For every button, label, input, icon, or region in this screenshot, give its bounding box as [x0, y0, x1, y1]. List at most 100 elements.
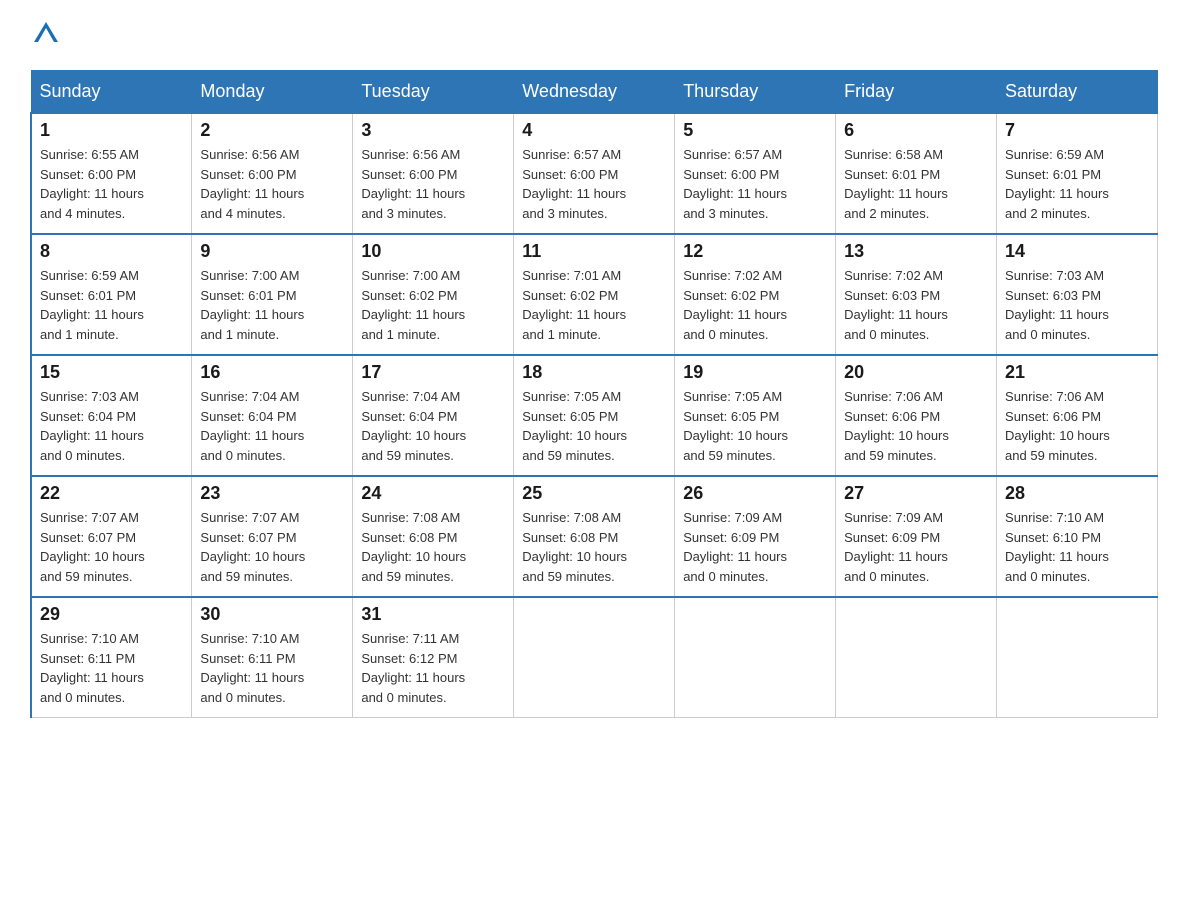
day-info: Sunrise: 7:09 AMSunset: 6:09 PMDaylight:… — [683, 508, 827, 586]
day-info: Sunrise: 7:10 AMSunset: 6:11 PMDaylight:… — [40, 629, 183, 707]
day-number: 7 — [1005, 120, 1149, 141]
day-info: Sunrise: 7:04 AMSunset: 6:04 PMDaylight:… — [200, 387, 344, 465]
day-cell: 17 Sunrise: 7:04 AMSunset: 6:04 PMDaylig… — [353, 355, 514, 476]
day-number: 23 — [200, 483, 344, 504]
day-cell: 19 Sunrise: 7:05 AMSunset: 6:05 PMDaylig… — [675, 355, 836, 476]
day-number: 16 — [200, 362, 344, 383]
day-info: Sunrise: 7:03 AMSunset: 6:04 PMDaylight:… — [40, 387, 183, 465]
header — [30, 20, 1158, 50]
day-number: 18 — [522, 362, 666, 383]
header-row: SundayMondayTuesdayWednesdayThursdayFrid… — [31, 71, 1158, 114]
day-cell — [836, 597, 997, 718]
day-number: 22 — [40, 483, 183, 504]
day-number: 2 — [200, 120, 344, 141]
week-row-1: 1 Sunrise: 6:55 AMSunset: 6:00 PMDayligh… — [31, 113, 1158, 234]
day-cell: 11 Sunrise: 7:01 AMSunset: 6:02 PMDaylig… — [514, 234, 675, 355]
day-number: 4 — [522, 120, 666, 141]
day-cell: 12 Sunrise: 7:02 AMSunset: 6:02 PMDaylig… — [675, 234, 836, 355]
day-number: 10 — [361, 241, 505, 262]
day-number: 29 — [40, 604, 183, 625]
day-number: 8 — [40, 241, 183, 262]
day-cell: 3 Sunrise: 6:56 AMSunset: 6:00 PMDayligh… — [353, 113, 514, 234]
day-cell: 23 Sunrise: 7:07 AMSunset: 6:07 PMDaylig… — [192, 476, 353, 597]
day-cell: 8 Sunrise: 6:59 AMSunset: 6:01 PMDayligh… — [31, 234, 192, 355]
calendar-body: 1 Sunrise: 6:55 AMSunset: 6:00 PMDayligh… — [31, 113, 1158, 718]
day-info: Sunrise: 6:57 AMSunset: 6:00 PMDaylight:… — [522, 145, 666, 223]
week-row-3: 15 Sunrise: 7:03 AMSunset: 6:04 PMDaylig… — [31, 355, 1158, 476]
day-cell: 20 Sunrise: 7:06 AMSunset: 6:06 PMDaylig… — [836, 355, 997, 476]
day-cell: 7 Sunrise: 6:59 AMSunset: 6:01 PMDayligh… — [997, 113, 1158, 234]
day-cell: 1 Sunrise: 6:55 AMSunset: 6:00 PMDayligh… — [31, 113, 192, 234]
day-cell: 5 Sunrise: 6:57 AMSunset: 6:00 PMDayligh… — [675, 113, 836, 234]
day-number: 31 — [361, 604, 505, 625]
day-number: 15 — [40, 362, 183, 383]
day-info: Sunrise: 7:08 AMSunset: 6:08 PMDaylight:… — [522, 508, 666, 586]
day-info: Sunrise: 7:07 AMSunset: 6:07 PMDaylight:… — [40, 508, 183, 586]
day-info: Sunrise: 7:01 AMSunset: 6:02 PMDaylight:… — [522, 266, 666, 344]
day-info: Sunrise: 7:10 AMSunset: 6:11 PMDaylight:… — [200, 629, 344, 707]
day-cell: 15 Sunrise: 7:03 AMSunset: 6:04 PMDaylig… — [31, 355, 192, 476]
day-number: 21 — [1005, 362, 1149, 383]
day-info: Sunrise: 7:06 AMSunset: 6:06 PMDaylight:… — [1005, 387, 1149, 465]
day-info: Sunrise: 7:07 AMSunset: 6:07 PMDaylight:… — [200, 508, 344, 586]
day-info: Sunrise: 6:59 AMSunset: 6:01 PMDaylight:… — [40, 266, 183, 344]
day-cell: 28 Sunrise: 7:10 AMSunset: 6:10 PMDaylig… — [997, 476, 1158, 597]
day-number: 14 — [1005, 241, 1149, 262]
day-number: 1 — [40, 120, 183, 141]
calendar-header: SundayMondayTuesdayWednesdayThursdayFrid… — [31, 71, 1158, 114]
day-number: 17 — [361, 362, 505, 383]
day-cell: 25 Sunrise: 7:08 AMSunset: 6:08 PMDaylig… — [514, 476, 675, 597]
day-number: 28 — [1005, 483, 1149, 504]
day-info: Sunrise: 7:05 AMSunset: 6:05 PMDaylight:… — [522, 387, 666, 465]
day-cell: 31 Sunrise: 7:11 AMSunset: 6:12 PMDaylig… — [353, 597, 514, 718]
day-cell — [514, 597, 675, 718]
day-cell: 22 Sunrise: 7:07 AMSunset: 6:07 PMDaylig… — [31, 476, 192, 597]
day-info: Sunrise: 6:56 AMSunset: 6:00 PMDaylight:… — [200, 145, 344, 223]
day-info: Sunrise: 7:11 AMSunset: 6:12 PMDaylight:… — [361, 629, 505, 707]
logo-icon — [32, 20, 60, 48]
day-cell: 30 Sunrise: 7:10 AMSunset: 6:11 PMDaylig… — [192, 597, 353, 718]
header-cell-saturday: Saturday — [997, 71, 1158, 114]
day-info: Sunrise: 6:56 AMSunset: 6:00 PMDaylight:… — [361, 145, 505, 223]
day-cell: 24 Sunrise: 7:08 AMSunset: 6:08 PMDaylig… — [353, 476, 514, 597]
day-number: 30 — [200, 604, 344, 625]
logo-text — [30, 20, 60, 55]
day-info: Sunrise: 7:05 AMSunset: 6:05 PMDaylight:… — [683, 387, 827, 465]
header-cell-thursday: Thursday — [675, 71, 836, 114]
day-info: Sunrise: 6:59 AMSunset: 6:01 PMDaylight:… — [1005, 145, 1149, 223]
day-number: 26 — [683, 483, 827, 504]
day-cell — [675, 597, 836, 718]
header-cell-tuesday: Tuesday — [353, 71, 514, 114]
day-cell: 27 Sunrise: 7:09 AMSunset: 6:09 PMDaylig… — [836, 476, 997, 597]
week-row-4: 22 Sunrise: 7:07 AMSunset: 6:07 PMDaylig… — [31, 476, 1158, 597]
day-info: Sunrise: 6:57 AMSunset: 6:00 PMDaylight:… — [683, 145, 827, 223]
day-info: Sunrise: 7:02 AMSunset: 6:03 PMDaylight:… — [844, 266, 988, 344]
calendar-table: SundayMondayTuesdayWednesdayThursdayFrid… — [30, 70, 1158, 718]
day-number: 12 — [683, 241, 827, 262]
day-info: Sunrise: 6:58 AMSunset: 6:01 PMDaylight:… — [844, 145, 988, 223]
day-cell: 2 Sunrise: 6:56 AMSunset: 6:00 PMDayligh… — [192, 113, 353, 234]
day-cell — [997, 597, 1158, 718]
header-cell-sunday: Sunday — [31, 71, 192, 114]
day-cell: 26 Sunrise: 7:09 AMSunset: 6:09 PMDaylig… — [675, 476, 836, 597]
day-number: 9 — [200, 241, 344, 262]
week-row-5: 29 Sunrise: 7:10 AMSunset: 6:11 PMDaylig… — [31, 597, 1158, 718]
day-info: Sunrise: 7:03 AMSunset: 6:03 PMDaylight:… — [1005, 266, 1149, 344]
header-cell-friday: Friday — [836, 71, 997, 114]
day-cell: 4 Sunrise: 6:57 AMSunset: 6:00 PMDayligh… — [514, 113, 675, 234]
day-number: 27 — [844, 483, 988, 504]
day-cell: 13 Sunrise: 7:02 AMSunset: 6:03 PMDaylig… — [836, 234, 997, 355]
day-number: 24 — [361, 483, 505, 504]
day-info: Sunrise: 7:08 AMSunset: 6:08 PMDaylight:… — [361, 508, 505, 586]
day-info: Sunrise: 7:09 AMSunset: 6:09 PMDaylight:… — [844, 508, 988, 586]
day-info: Sunrise: 7:02 AMSunset: 6:02 PMDaylight:… — [683, 266, 827, 344]
day-cell: 9 Sunrise: 7:00 AMSunset: 6:01 PMDayligh… — [192, 234, 353, 355]
day-info: Sunrise: 7:06 AMSunset: 6:06 PMDaylight:… — [844, 387, 988, 465]
day-number: 13 — [844, 241, 988, 262]
day-cell: 14 Sunrise: 7:03 AMSunset: 6:03 PMDaylig… — [997, 234, 1158, 355]
day-info: Sunrise: 7:04 AMSunset: 6:04 PMDaylight:… — [361, 387, 505, 465]
header-cell-wednesday: Wednesday — [514, 71, 675, 114]
day-info: Sunrise: 6:55 AMSunset: 6:00 PMDaylight:… — [40, 145, 183, 223]
day-cell: 18 Sunrise: 7:05 AMSunset: 6:05 PMDaylig… — [514, 355, 675, 476]
logo — [30, 20, 60, 50]
